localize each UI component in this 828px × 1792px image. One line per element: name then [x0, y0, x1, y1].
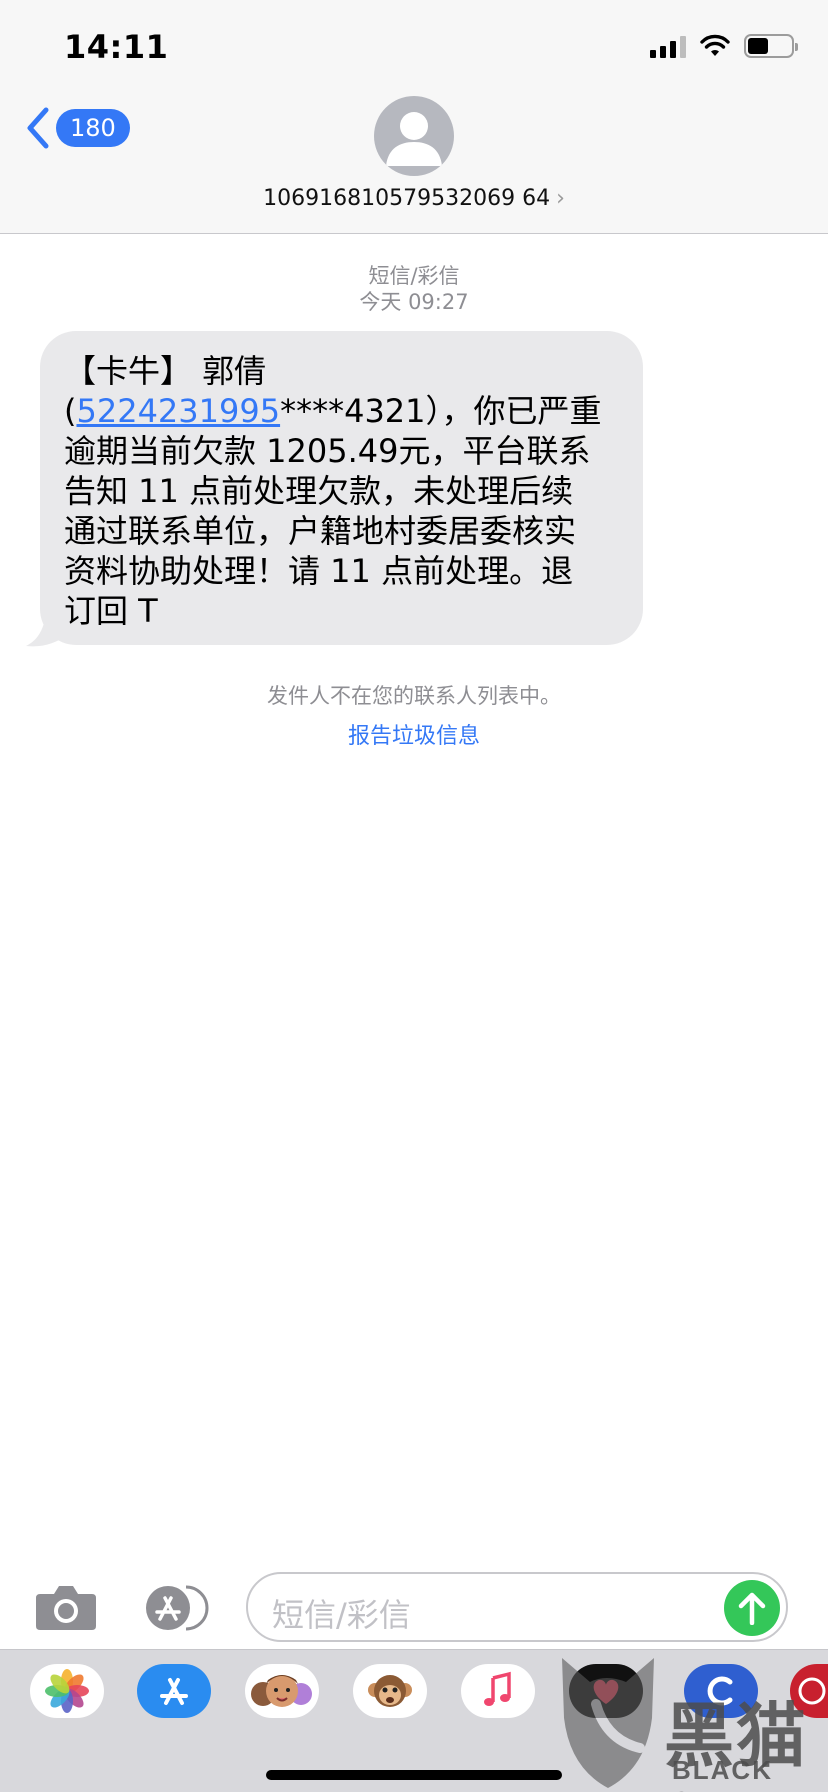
contact-avatar[interactable] — [374, 96, 454, 176]
animoji-icon[interactable] — [353, 1664, 427, 1718]
send-button[interactable] — [724, 1580, 780, 1636]
unread-count-badge: 180 — [56, 109, 130, 147]
message-bubble[interactable]: 【卡牛】 郭倩 (5224231995****4321），你已严重 逾期当前欠款… — [40, 331, 643, 645]
navigation-header: 14:11 180 106916810579532069 64 › — [0, 0, 828, 234]
phone-number-link[interactable]: 5224231995 — [76, 392, 280, 430]
app-store-icon[interactable] — [137, 1664, 211, 1718]
status-time: 14:11 — [64, 28, 169, 66]
chevron-left-icon — [27, 107, 49, 149]
message-line: 【卡牛】 郭倩 — [64, 352, 267, 390]
message-line: (5224231995****4321），你已严重 — [64, 392, 602, 430]
home-indicator[interactable] — [266, 1770, 562, 1780]
contact-number-text: 106916810579532069 64 — [263, 186, 551, 211]
person-icon — [386, 112, 442, 166]
wifi-icon — [700, 34, 730, 56]
message-line: 告知 11 点前处理欠款，未处理后续 — [64, 472, 574, 510]
message-input[interactable]: 短信/彩信 — [246, 1572, 788, 1642]
app-store-button-icon[interactable] — [140, 1583, 212, 1633]
message-timestamp: 今天 09:27 — [359, 290, 469, 314]
message-input-placeholder: 短信/彩信 — [272, 1596, 411, 1634]
back-button[interactable]: 180 — [24, 106, 130, 150]
message-line: 逾期当前欠款 1205.49元，平台联系 — [64, 432, 591, 470]
camera-icon[interactable] — [34, 1582, 98, 1632]
status-icons — [650, 34, 798, 58]
memoji-icon[interactable] — [245, 1664, 319, 1718]
arrow-up-icon — [738, 1592, 766, 1625]
watermark-english-text: BLACK CAT — [672, 1755, 773, 1792]
battery-icon — [744, 34, 798, 58]
cellular-signal-icon — [650, 34, 686, 58]
report-junk-link[interactable]: 报告垃圾信息 — [0, 718, 828, 750]
message-line: 通过联系单位，户籍地村委居委核实 — [64, 512, 577, 550]
unknown-sender-notice: 发件人不在您的联系人列表中。 — [267, 684, 561, 708]
chevron-right-icon: › — [556, 186, 565, 211]
message-line: 资料协助处理！请 11 点前处理。退 — [64, 552, 574, 590]
contact-number[interactable]: 106916810579532069 64 › — [0, 186, 828, 211]
photos-icon[interactable] — [30, 1664, 104, 1718]
music-icon[interactable] — [461, 1664, 535, 1718]
message-line: 订回 T — [64, 592, 158, 630]
